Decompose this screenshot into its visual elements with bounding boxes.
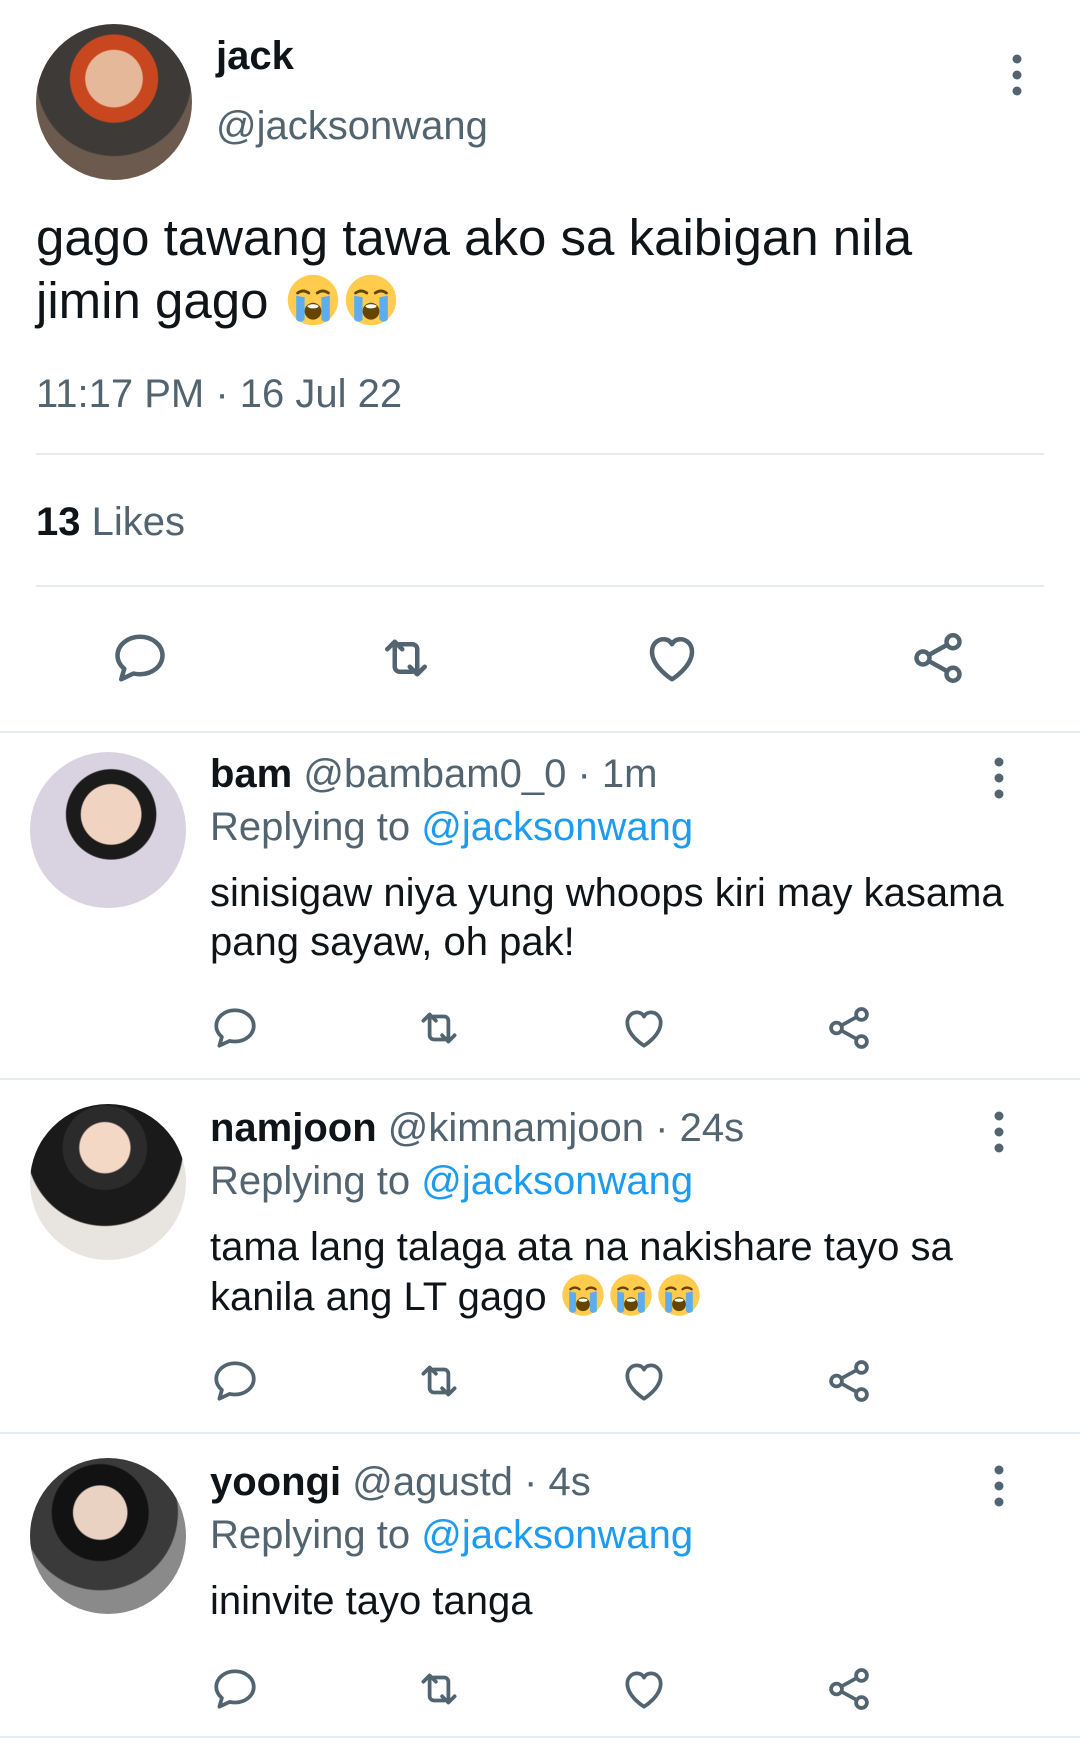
reply-text: sinisigaw niya yung whoops kiri may kasa… xyxy=(210,871,1004,964)
divider xyxy=(0,1736,1080,1738)
reply-author-handle[interactable]: @agustd · 4s xyxy=(352,1460,591,1504)
divider xyxy=(0,1432,1080,1434)
more-options-icon[interactable] xyxy=(993,1464,1005,1508)
reply-icon[interactable] xyxy=(110,628,170,688)
loudly-crying-face-icon xyxy=(560,1272,606,1318)
author-handle[interactable]: @jacksonwang xyxy=(216,104,488,149)
avatar[interactable] xyxy=(30,752,186,908)
replying-to: Replying to @jacksonwang xyxy=(210,1159,693,1204)
loudly-crying-face-icon xyxy=(343,272,399,328)
replying-to: Replying to @jacksonwang xyxy=(210,805,693,850)
replying-to-link[interactable]: @jacksonwang xyxy=(421,1159,693,1203)
share-icon[interactable] xyxy=(824,1003,874,1053)
loudly-crying-face-icon xyxy=(285,272,341,328)
share-icon[interactable] xyxy=(824,1664,874,1714)
likes-label: Likes xyxy=(91,500,186,544)
reply-author-handle[interactable]: @bambam0_0 · 1m xyxy=(303,752,657,796)
replying-to-link[interactable]: @jacksonwang xyxy=(421,805,693,849)
replying-label: Replying to xyxy=(210,1513,411,1557)
retweet-icon[interactable] xyxy=(376,628,436,688)
avatar[interactable] xyxy=(30,1458,186,1614)
divider xyxy=(0,731,1080,733)
likes-number: 13 xyxy=(36,500,81,544)
reply-text: tama lang talaga ata na nakishare tayo s… xyxy=(210,1223,1010,1322)
reply-icon[interactable] xyxy=(210,1356,260,1406)
avatar[interactable] xyxy=(36,24,192,180)
reply-author-name[interactable]: namjoon xyxy=(210,1106,377,1150)
loudly-crying-face-icon xyxy=(656,1272,702,1318)
loudly-crying-face-icon xyxy=(608,1272,654,1318)
retweet-icon[interactable] xyxy=(414,1356,464,1406)
avatar[interactable] xyxy=(30,1104,186,1260)
like-icon[interactable] xyxy=(642,628,702,688)
likes-count[interactable]: 13 Likes xyxy=(36,500,185,545)
share-icon[interactable] xyxy=(908,628,968,688)
divider xyxy=(0,1078,1080,1080)
reply-author-name[interactable]: bam xyxy=(210,752,292,796)
author-name[interactable]: jack xyxy=(216,34,294,79)
retweet-icon[interactable] xyxy=(414,1003,464,1053)
more-options-icon[interactable] xyxy=(1011,53,1023,97)
tweet-text-content: gago tawang tawa ako sa kaibigan nila ji… xyxy=(36,209,913,329)
replying-label: Replying to xyxy=(210,805,411,849)
replying-to-link[interactable]: @jacksonwang xyxy=(421,1513,693,1557)
more-options-icon[interactable] xyxy=(993,1110,1005,1154)
reply-header: bam @bambam0_0 · 1m xyxy=(210,752,657,797)
like-icon[interactable] xyxy=(619,1664,669,1714)
tweet-text: gago tawang tawa ako sa kaibigan nila ji… xyxy=(36,206,996,332)
reply-header: yoongi @agustd · 4s xyxy=(210,1460,591,1505)
divider xyxy=(36,585,1044,587)
reply-icon[interactable] xyxy=(210,1003,260,1053)
reply-text: ininvite tayo tanga xyxy=(210,1579,533,1623)
reply-author-name[interactable]: yoongi xyxy=(210,1460,341,1504)
replying-to: Replying to @jacksonwang xyxy=(210,1513,693,1558)
reply-author-handle[interactable]: @kimnamjoon · 24s xyxy=(388,1106,744,1150)
replying-label: Replying to xyxy=(210,1159,411,1203)
tweet-timestamp[interactable]: 11:17 PM · 16 Jul 22 xyxy=(36,372,402,417)
retweet-icon[interactable] xyxy=(414,1664,464,1714)
share-icon[interactable] xyxy=(824,1356,874,1406)
divider xyxy=(36,453,1044,455)
like-icon[interactable] xyxy=(619,1003,669,1053)
more-options-icon[interactable] xyxy=(993,756,1005,800)
reply-icon[interactable] xyxy=(210,1664,260,1714)
reply-header: namjoon @kimnamjoon · 24s xyxy=(210,1106,744,1151)
like-icon[interactable] xyxy=(619,1356,669,1406)
